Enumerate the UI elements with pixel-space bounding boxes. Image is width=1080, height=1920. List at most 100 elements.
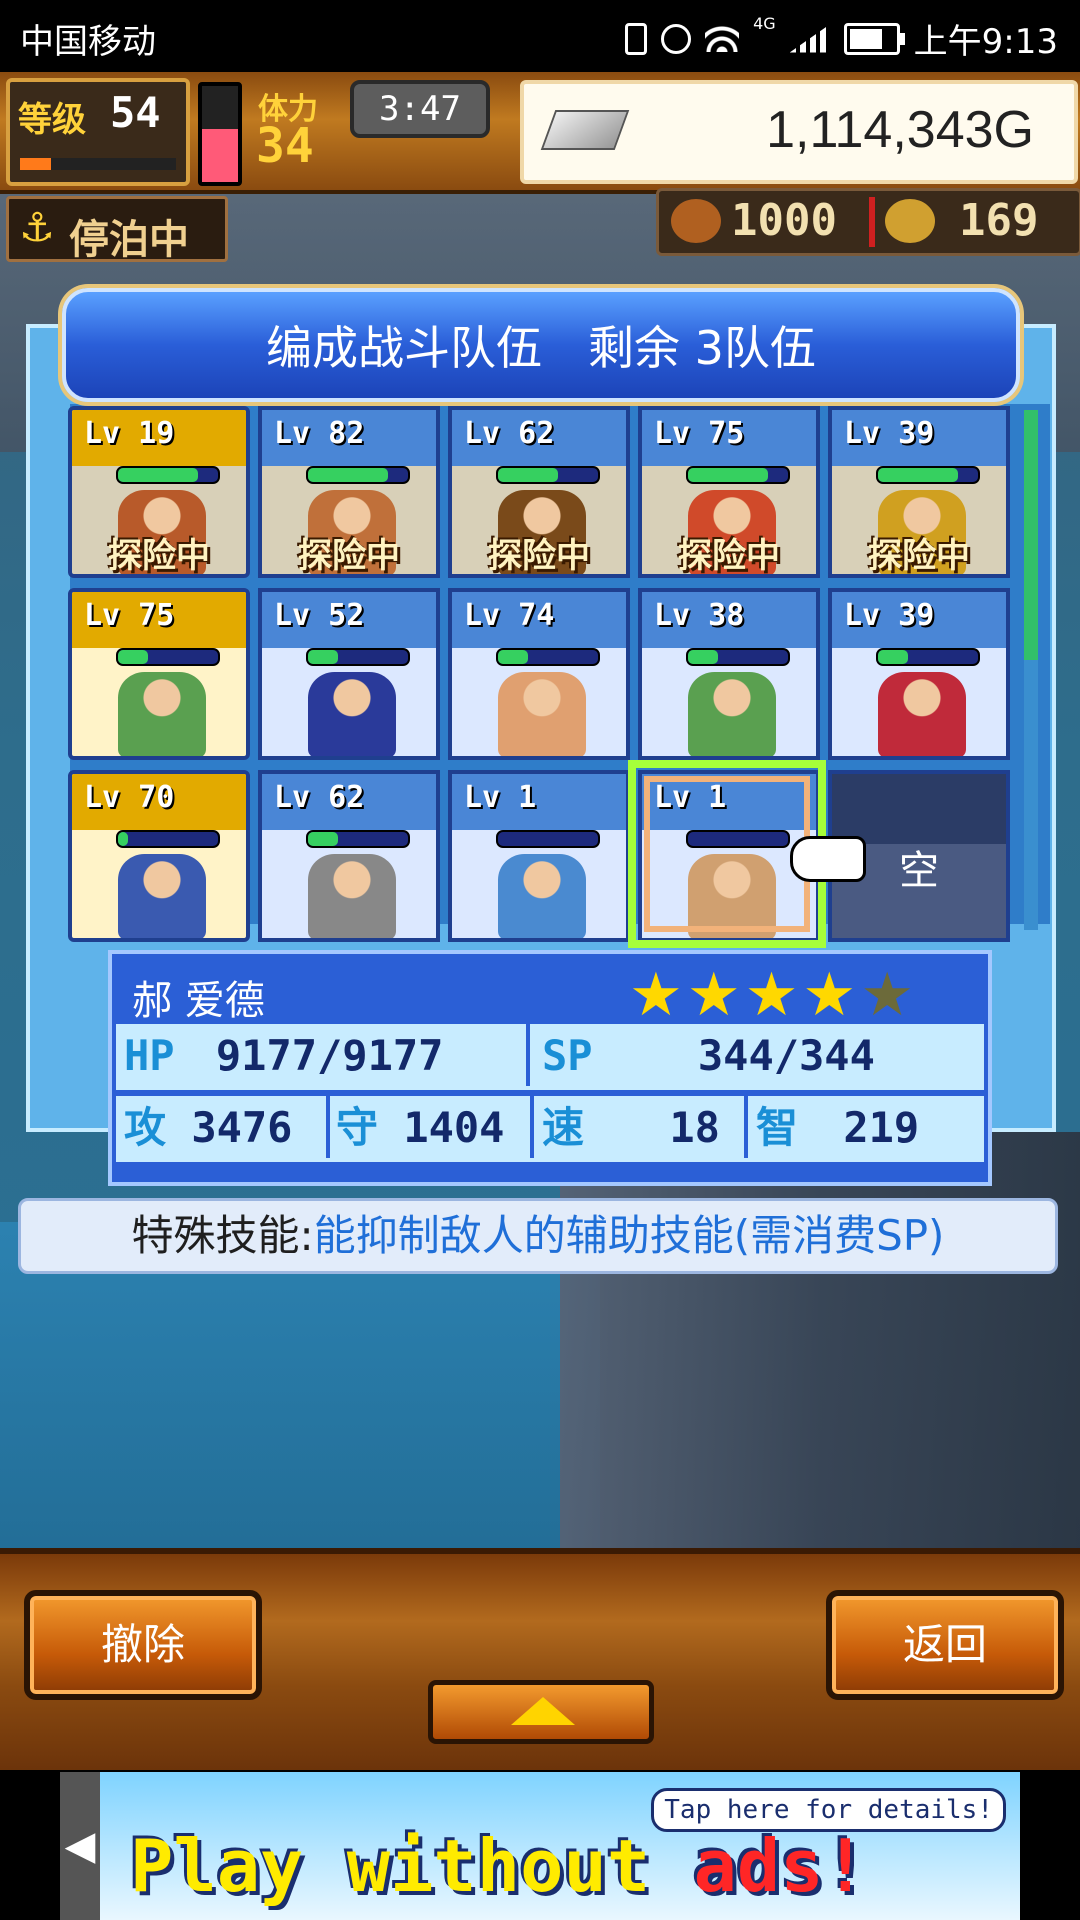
slot-hp-bar: [306, 466, 410, 484]
ad-banner[interactable]: ◀ Play without ads! Tap here for details…: [60, 1772, 1020, 1920]
character-sprite: [498, 854, 586, 938]
exploring-tag: 探险中: [868, 536, 970, 576]
def-cell: 守 1404: [330, 1096, 534, 1158]
def-value: 1404: [403, 1103, 505, 1152]
slot-hp-bar: [496, 830, 600, 848]
character-sprite: [688, 672, 776, 756]
anchor-icon: ⚓: [19, 205, 55, 251]
slot-level: Lv 62: [274, 780, 365, 815]
character-sprite: [118, 672, 206, 756]
roster-scrollbar[interactable]: [1024, 410, 1038, 930]
ad-back-arrow-icon[interactable]: ◀: [60, 1772, 100, 1920]
stats-row-1: HP 9177/9177 SP 344/344: [116, 1024, 984, 1090]
slot-hp-bar: [496, 466, 600, 484]
spd-value: 18: [669, 1103, 720, 1152]
food-icon: [671, 199, 721, 243]
vibrate-icon: [625, 22, 648, 55]
pointing-hand-icon: [790, 836, 866, 882]
sp-cell: SP 344/344: [530, 1024, 982, 1086]
roster-slot[interactable]: Lv 52: [258, 588, 440, 760]
character-sprite: [308, 854, 396, 938]
slot-hp-bar: [876, 466, 980, 484]
dock-status[interactable]: ⚓ 停泊中: [6, 196, 228, 263]
exploring-tag: 探险中: [298, 536, 400, 576]
roster-slot[interactable]: Lv 82 探险中: [258, 406, 440, 578]
sp-value: 344/344: [697, 1031, 875, 1080]
gold-display[interactable]: 1,114,343G: [520, 80, 1078, 184]
star-empty-icon: ★: [860, 960, 918, 1030]
roster-slot[interactable]: Lv 39 探险中: [828, 406, 1010, 578]
exploring-tag: 探险中: [678, 536, 780, 576]
atk-value: 3476: [191, 1103, 293, 1152]
dock-status-label: 停泊中: [69, 217, 189, 263]
int-value: 219: [843, 1103, 920, 1152]
character-sprite: [498, 672, 586, 756]
roster-slot[interactable]: Lv 62 探险中: [448, 406, 630, 578]
roster-slot[interactable]: Lv 70: [68, 770, 250, 942]
int-label: 智: [756, 1103, 799, 1152]
remove-button[interactable]: 撤除: [24, 1590, 262, 1700]
character-stats-panel: 郝 爱德 ★★★★★ HP 9177/9177 SP 344/344 攻 347…: [108, 950, 992, 1186]
scroll-thumb[interactable]: [1024, 410, 1038, 660]
gold-value: 1,114,343G: [766, 101, 1034, 159]
clock: 上午9:13: [913, 22, 1058, 62]
slot-level: Lv 74: [464, 598, 555, 633]
character-sprite: [308, 672, 396, 756]
int-cell: 智 219: [748, 1096, 984, 1158]
star-filled-icon: ★: [744, 960, 803, 1030]
slot-level: Lv 19: [84, 416, 175, 451]
character-sprite: [878, 672, 966, 756]
roster-slot[interactable]: Lv 75: [68, 588, 250, 760]
panel-title-banner: 编成战斗队伍 剩余 3队伍: [62, 288, 1020, 402]
wifi-icon: [705, 25, 740, 52]
carrier-label: 中国移动: [20, 22, 156, 62]
roster-grid: Lv 19 探险中 Lv 82 探险中 Lv 62 探险中 Lv 75 探险中 Lv 39 探险中…: [68, 406, 1012, 942]
alarm-icon: [661, 23, 692, 54]
star-filled-icon: ★: [686, 960, 745, 1030]
stamina-gauge: [198, 82, 242, 186]
slot-hp-bar: [306, 830, 410, 848]
atk-cell: 攻 3476: [116, 1096, 330, 1158]
slot-level: Lv 70: [84, 780, 175, 815]
roster-slot[interactable]: Lv 75 探险中: [638, 406, 820, 578]
slot-level: Lv 52: [274, 598, 365, 633]
network-type: 4G: [753, 14, 776, 33]
slot-level: Lv 38: [654, 598, 745, 633]
empty-slot-header: [832, 774, 1006, 844]
ad-text-accent: ads!: [693, 1824, 867, 1908]
slot-hp-bar: [496, 648, 600, 666]
gold-bar-icon: [540, 110, 630, 150]
ad-details-link[interactable]: Tap here for details!: [651, 1788, 1006, 1832]
roster-slot[interactable]: Lv 38: [638, 588, 820, 760]
roster-slot[interactable]: Lv 1: [448, 770, 630, 942]
spd-label: 速: [542, 1103, 585, 1152]
signal-icon: [789, 24, 830, 53]
special-skill-bar: 特殊技能:能抑制敌人的辅助技能(需消费SP): [18, 1198, 1058, 1274]
battery-icon: [843, 22, 905, 55]
slot-level: Lv 1: [464, 780, 537, 815]
roster-slot[interactable]: Lv 39: [828, 588, 1010, 760]
roster-slot[interactable]: Lv 19 探险中: [68, 406, 250, 578]
xp-bar: [20, 158, 176, 170]
resource-display: 1000 169: [656, 188, 1080, 256]
slot-level: Lv 82: [274, 416, 365, 451]
character-sprite: [118, 854, 206, 938]
level-value: 54: [110, 88, 161, 137]
roster-slot[interactable]: Lv 62: [258, 770, 440, 942]
expand-up-button[interactable]: [428, 1680, 654, 1744]
top-hud: 等级 54 体力 34 3:47 1,114,343G: [0, 72, 1080, 194]
slot-level: Lv 39: [844, 416, 935, 451]
hp-label: HP: [124, 1031, 175, 1080]
back-button[interactable]: 返回: [826, 1590, 1064, 1700]
skill-label: 特殊技能:: [131, 1211, 314, 1260]
player-level-box: 等级 54: [6, 78, 190, 186]
slot-hp-bar: [116, 830, 220, 848]
food-value: 1000: [731, 195, 837, 246]
rarity-stars: ★★★★★: [629, 960, 918, 1030]
character-name: 郝 爱德: [132, 978, 265, 1024]
def-label: 守: [336, 1103, 379, 1152]
sp-label: SP: [542, 1031, 593, 1080]
slot-level: Lv 75: [654, 416, 745, 451]
roster-slot[interactable]: Lv 74: [448, 588, 630, 760]
skill-description: 能抑制敌人的辅助技能(需消费SP): [313, 1211, 945, 1260]
